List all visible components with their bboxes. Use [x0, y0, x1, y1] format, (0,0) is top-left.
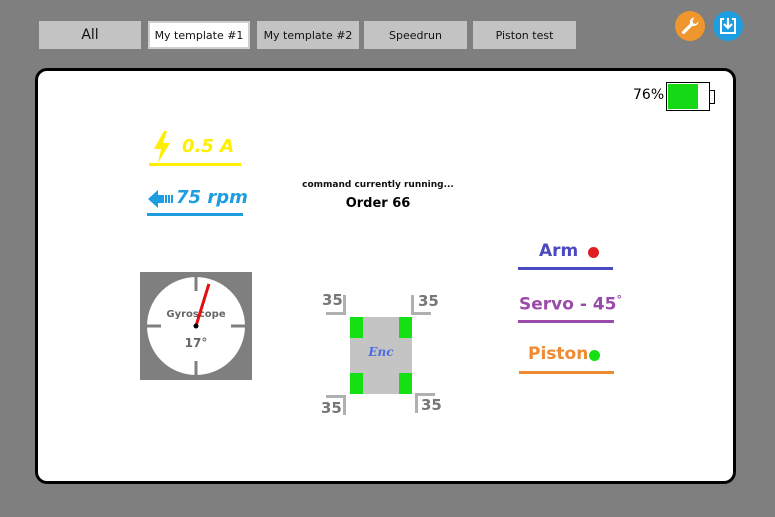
servo-label: Servo - 45° [519, 293, 622, 315]
encoder-top-left-bracket [326, 295, 346, 315]
battery-percentage: 76% [633, 87, 665, 103]
piston-label: Piston [528, 344, 589, 364]
tab-speedrun[interactable]: Speedrun [364, 21, 467, 49]
lightning-icon [154, 131, 170, 163]
tab-all[interactable]: All [39, 21, 141, 49]
download-icon [720, 18, 736, 34]
tab-piston-test[interactable]: Piston test [473, 21, 576, 49]
arrow-left-icon [148, 190, 173, 208]
servo-degree: ° [616, 293, 622, 306]
battery-level [668, 84, 698, 109]
piston-status-dot [589, 350, 600, 361]
encoder-wheel-top-right [399, 317, 412, 338]
gyroscope-widget: Gyroscope 17° [140, 272, 252, 380]
battery-tip [710, 90, 715, 104]
gyroscope-angle: 17° [185, 336, 208, 350]
encoder-bottom-left-value: 35 [321, 399, 342, 417]
dashboard-panel: 76% 0.5 A 75 rpm command currently runni… [35, 68, 736, 484]
encoder-wheel-bottom-right [399, 373, 412, 394]
encoder-wheel-bottom-left [350, 373, 363, 394]
tab-my-template-2[interactable]: My template #2 [257, 21, 359, 49]
arm-underline [518, 267, 613, 270]
command-value: Order 66 [345, 196, 411, 211]
battery-icon [666, 82, 710, 111]
piston-underline [519, 371, 614, 374]
servo-underline [518, 320, 614, 323]
encoder-bottom-right-value: 35 [421, 396, 442, 414]
current-underline [149, 163, 241, 166]
encoder-wheel-top-left [350, 317, 363, 338]
current-value: 0.5 A [182, 136, 235, 157]
arm-label: Arm [539, 241, 579, 261]
servo-label-text: Servo - 45 [519, 294, 617, 315]
encoder-label: Enc [368, 345, 394, 359]
download-button[interactable] [713, 11, 743, 41]
encoder-top-right-bracket [411, 295, 431, 315]
tab-my-template-1[interactable]: My template #1 [148, 21, 250, 49]
encoder-robot-body: Enc [350, 317, 412, 394]
speed-value: 75 rpm [176, 187, 248, 208]
settings-button[interactable] [675, 11, 705, 41]
wrench-icon [681, 17, 699, 34]
speed-underline [147, 213, 243, 216]
arm-status-dot [588, 247, 599, 258]
command-label: command currently running... [302, 180, 454, 190]
gyroscope-label: Gyroscope [166, 309, 225, 320]
